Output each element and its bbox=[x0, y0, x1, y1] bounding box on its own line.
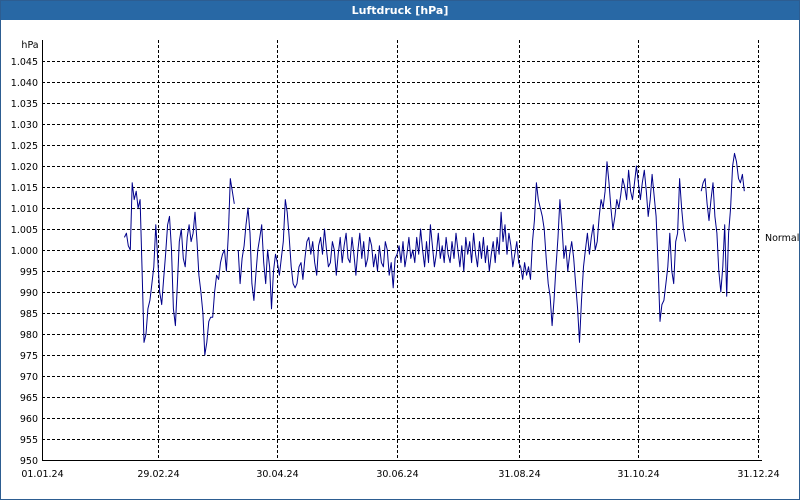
y-tick-label: 985 bbox=[20, 309, 38, 320]
x-tick-label: 01.01.24 bbox=[21, 469, 63, 480]
normal-label: Normal bbox=[765, 233, 799, 244]
x-tick-label: 30.04.24 bbox=[256, 469, 298, 480]
x-tick-label: 31.08.24 bbox=[498, 469, 540, 480]
y-tick-label: 970 bbox=[20, 372, 38, 383]
y-tick-label: 1.005 bbox=[11, 225, 38, 236]
y-tick-label: 990 bbox=[20, 288, 38, 299]
y-tick-label: 1.040 bbox=[11, 78, 38, 89]
y-tick-label: 1.045 bbox=[11, 57, 38, 68]
y-tick-label: 955 bbox=[20, 435, 38, 446]
y-tick-label: 960 bbox=[20, 414, 38, 425]
y-tick-label: 1.035 bbox=[11, 99, 38, 110]
y-tick-label: 965 bbox=[20, 393, 38, 404]
y-tick-label: 980 bbox=[20, 330, 38, 341]
x-tick-label: 29.02.24 bbox=[137, 469, 179, 480]
y-tick-label: 995 bbox=[20, 267, 38, 278]
y-tick-label: 1.000 bbox=[11, 246, 38, 257]
series-line bbox=[237, 161, 686, 343]
y-tick-label: 1.015 bbox=[11, 183, 38, 194]
x-tick-label: 30.06.24 bbox=[376, 469, 418, 480]
series-layer bbox=[123, 152, 745, 356]
y-tick-label: 950 bbox=[20, 456, 38, 467]
x-tick-label: 31.10.24 bbox=[617, 469, 659, 480]
annotations: Normal bbox=[765, 233, 799, 244]
x-tick-label: 31.12.24 bbox=[737, 469, 779, 480]
y-tick-label: 1.010 bbox=[11, 204, 38, 215]
y-tick-label: 975 bbox=[20, 351, 38, 362]
series-line bbox=[700, 152, 745, 297]
y-tick-label: 1.020 bbox=[11, 162, 38, 173]
series-line bbox=[123, 178, 235, 356]
y-tick-label: 1.030 bbox=[11, 120, 38, 131]
line-chart: hPa 950 955 960 965 970 975 980 985 990 995 1.000 1… bbox=[11, 40, 799, 480]
y-tick-label: 1.025 bbox=[11, 141, 38, 152]
y-axis-label: hPa bbox=[21, 40, 38, 51]
